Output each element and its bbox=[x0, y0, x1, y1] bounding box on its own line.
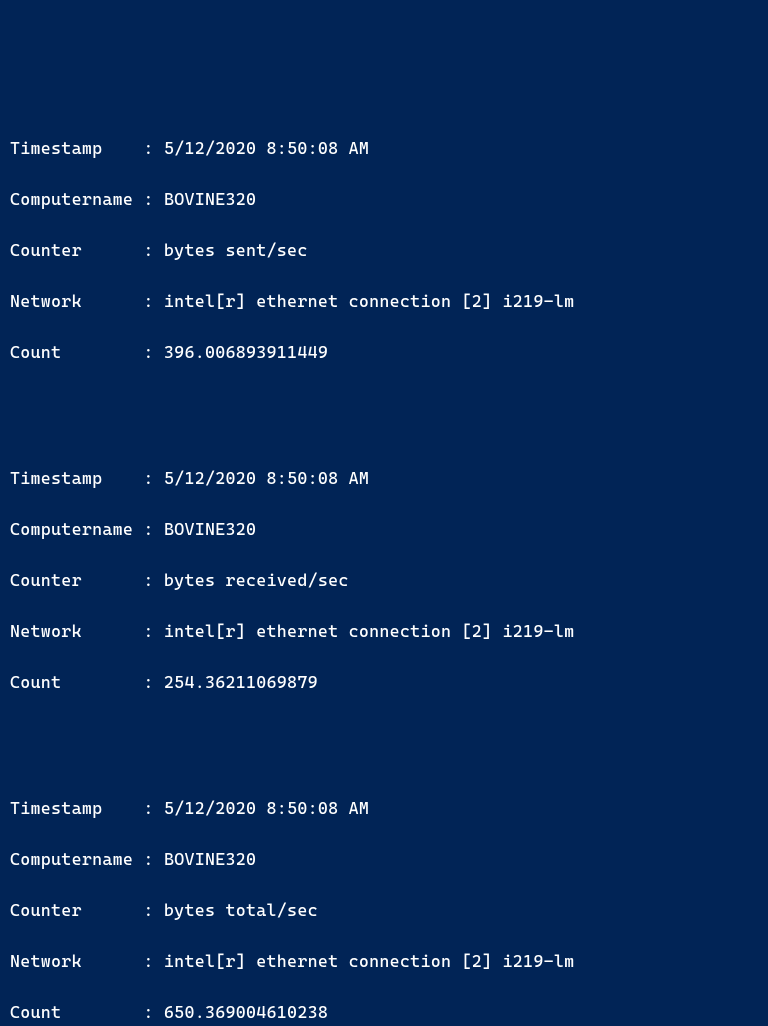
field-label: Timestamp bbox=[10, 796, 102, 822]
field-value: BOVINE320 bbox=[164, 519, 256, 539]
output-line: Count : 254.36211069879 bbox=[10, 670, 758, 696]
field-value: 5/12/2020 8:50:08 AM bbox=[164, 468, 369, 488]
field-value: 5/12/2020 8:50:08 AM bbox=[164, 798, 369, 818]
field-value: bytes sent/sec bbox=[164, 240, 308, 260]
field-value: bytes total/sec bbox=[164, 900, 318, 920]
output-line: Network : intel[r] ethernet connection [… bbox=[10, 289, 758, 315]
field-label: Count bbox=[10, 670, 61, 696]
field-label: Timestamp bbox=[10, 466, 102, 492]
field-label: Computername bbox=[10, 517, 133, 543]
output-line: Counter : bytes total/sec bbox=[10, 898, 758, 924]
field-value: BOVINE320 bbox=[164, 849, 256, 869]
output-line: Network : intel[r] ethernet connection [… bbox=[10, 949, 758, 975]
field-value: 396.006893911449 bbox=[164, 342, 328, 362]
output-line: Computername : BOVINE320 bbox=[10, 517, 758, 543]
output-line: Counter : bytes sent/sec bbox=[10, 238, 758, 264]
field-label: Timestamp bbox=[10, 136, 102, 162]
field-value: 5/12/2020 8:50:08 AM bbox=[164, 138, 369, 158]
field-label: Computername bbox=[10, 847, 133, 873]
field-value: BOVINE320 bbox=[164, 189, 256, 209]
field-label: Network bbox=[10, 619, 82, 645]
output-line: Count : 396.006893911449 bbox=[10, 340, 758, 366]
field-label: Computername bbox=[10, 187, 133, 213]
output-line: Timestamp : 5/12/2020 8:50:08 AM bbox=[10, 136, 758, 162]
field-label: Count bbox=[10, 1000, 61, 1026]
field-value: intel[r] ethernet connection [2] i219-lm bbox=[164, 291, 574, 311]
field-value: 254.36211069879 bbox=[164, 672, 318, 692]
field-value: intel[r] ethernet connection [2] i219-lm bbox=[164, 951, 574, 971]
output-record: Timestamp : 5/12/2020 8:50:08 AM Compute… bbox=[10, 440, 758, 721]
field-label: Network bbox=[10, 289, 82, 315]
field-value: 650.369004610238 bbox=[164, 1002, 328, 1022]
output-line: Timestamp : 5/12/2020 8:50:08 AM bbox=[10, 796, 758, 822]
output-line: Timestamp : 5/12/2020 8:50:08 AM bbox=[10, 466, 758, 492]
output-line: Counter : bytes received/sec bbox=[10, 568, 758, 594]
output-line: Network : intel[r] ethernet connection [… bbox=[10, 619, 758, 645]
output-line: Count : 650.369004610238 bbox=[10, 1000, 758, 1026]
field-value: bytes received/sec bbox=[164, 570, 349, 590]
output-line: Computername : BOVINE320 bbox=[10, 187, 758, 213]
field-value: intel[r] ethernet connection [2] i219-lm bbox=[164, 621, 574, 641]
field-label: Count bbox=[10, 340, 61, 366]
field-label: Counter bbox=[10, 898, 82, 924]
output-line: Computername : BOVINE320 bbox=[10, 847, 758, 873]
output-record: Timestamp : 5/12/2020 8:50:08 AM Compute… bbox=[10, 770, 758, 1026]
field-label: Counter bbox=[10, 238, 82, 264]
field-label: Counter bbox=[10, 568, 82, 594]
field-label: Network bbox=[10, 949, 82, 975]
output-record: Timestamp : 5/12/2020 8:50:08 AM Compute… bbox=[10, 110, 758, 391]
